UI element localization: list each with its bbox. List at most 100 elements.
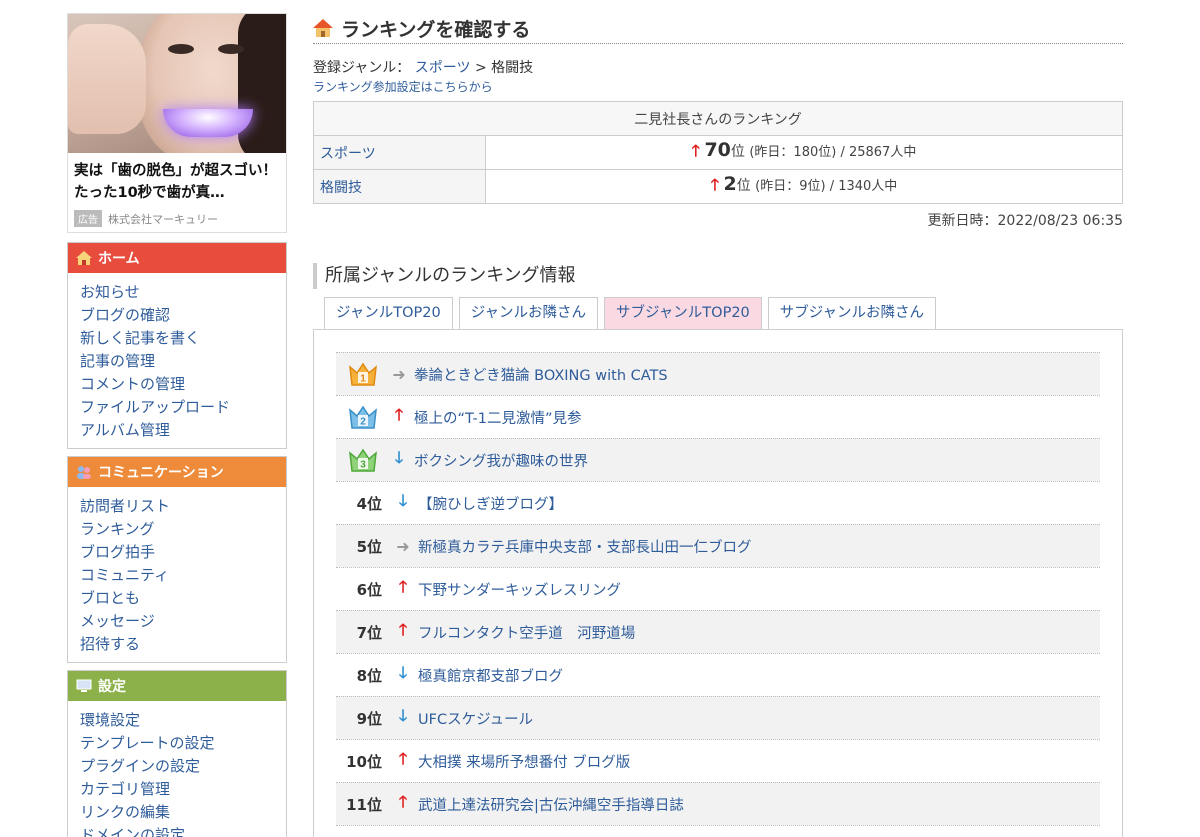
arrow-down-icon: 🡓 bbox=[398, 490, 408, 510]
list-item: 3 🡓 ボクシング我が趣味の世界 bbox=[336, 438, 1100, 481]
rank-label: 9位 bbox=[356, 709, 382, 728]
rank-label: 8位 bbox=[356, 666, 382, 685]
rank-label: 4位 bbox=[356, 494, 382, 513]
blog-link[interactable]: 拳論ときどき猫論 BOXING with CATS bbox=[414, 364, 668, 385]
ranking-settings-link[interactable]: ランキング参加設定はこちらから bbox=[313, 78, 1123, 95]
ranking-row-sports: スポーツ 🡑 70位 (昨日：180位) / 25867人中 bbox=[313, 135, 1123, 170]
blog-link[interactable]: 大相撲 来場所予想番付 ブログ版 bbox=[418, 751, 630, 772]
arrow-right-icon: ➜ bbox=[396, 536, 410, 556]
arrow-up-icon: 🡑 bbox=[691, 140, 700, 160]
genre-link[interactable]: スポーツ bbox=[415, 60, 471, 76]
genre-separator: > bbox=[470, 60, 492, 76]
tab-subgenre-neighbors[interactable]: サブジャンルお隣さん bbox=[767, 297, 937, 329]
sidebar-item-invite[interactable]: 招待する bbox=[80, 633, 286, 656]
list-item: 2 🡑 極上の“T-1二見激情”見参 bbox=[336, 395, 1100, 438]
crown-rank-number: 2 bbox=[360, 417, 366, 428]
sidebar-item-environment[interactable]: 環境設定 bbox=[80, 709, 286, 732]
ad-badge: 広告 bbox=[74, 210, 102, 227]
ranking-list: 1 ➜ 拳論ときどき猫論 BOXING with CATS 2 🡑 極上の“T-1二見激情… bbox=[336, 352, 1100, 837]
blog-link[interactable]: ボクシング我が趣味の世界 bbox=[414, 450, 588, 471]
blog-link[interactable]: 極真館京都支部ブログ bbox=[418, 665, 563, 686]
sidebar-item-comments[interactable]: コメントの管理 bbox=[80, 373, 286, 396]
subgenre-text: 格闘技 bbox=[491, 60, 534, 76]
ad-image[interactable] bbox=[68, 14, 286, 153]
arrow-up-icon: 🡑 bbox=[398, 576, 408, 596]
ad-hair-shape bbox=[238, 14, 286, 153]
blog-link[interactable]: 新極真カラテ兵庫中央支部・支部長山田一仁ブログ bbox=[418, 536, 752, 557]
tab-subgenre-top20[interactable]: サブジャンルTOP20 bbox=[604, 297, 762, 329]
sidebar-home: ホーム お知らせ ブログの確認 新しく記事を書く 記事の管理 コメントの管理 フ… bbox=[67, 242, 287, 449]
arrow-down-icon: 🡓 bbox=[394, 834, 412, 837]
sidebar-settings-header: 設定 bbox=[68, 671, 286, 701]
ad-eye-shape bbox=[168, 44, 194, 54]
sidebar-item-news[interactable]: お知らせ bbox=[80, 281, 286, 304]
sidebar-item-posts[interactable]: 記事の管理 bbox=[80, 350, 286, 373]
sidebar-communication: コミュニケーション 訪問者リスト ランキング ブログ拍手 コミュニティ ブロとも… bbox=[67, 456, 287, 663]
sidebar-item-blotomo[interactable]: ブロとも bbox=[80, 587, 286, 610]
tab-genre-top20[interactable]: ジャンルTOP20 bbox=[324, 297, 453, 329]
sidebar-item-visitors[interactable]: 訪問者リスト bbox=[80, 495, 286, 518]
rank-detail: (昨日：180位) / 25867人中 bbox=[749, 144, 917, 160]
blog-link[interactable]: 極上の“T-1二見激情”見参 bbox=[414, 407, 582, 428]
sidebar-item-category[interactable]: カテゴリ管理 bbox=[80, 778, 286, 801]
ad-footer: 広告 株式会社マーキュリー bbox=[74, 210, 218, 227]
updated-timestamp: 更新日時：2022/08/23 06:35 bbox=[927, 213, 1124, 229]
crown-gold-icon: 1 bbox=[348, 361, 378, 387]
blog-link[interactable]: 【腕ひしぎ逆ブログ】 bbox=[418, 493, 563, 514]
people-icon bbox=[77, 466, 91, 479]
rank-suffix: 位 bbox=[730, 143, 745, 160]
sidebar-item-template[interactable]: テンプレートの設定 bbox=[80, 732, 286, 755]
blog-link[interactable]: 武道上達法研究会|古伝沖縄空手指導日誌 bbox=[418, 794, 684, 815]
sidebar-item-album[interactable]: アルバム管理 bbox=[80, 419, 286, 442]
sidebar-item-blog-check[interactable]: ブログの確認 bbox=[80, 304, 286, 327]
crown-blue-icon: 2 bbox=[348, 404, 378, 430]
list-item: 11位 🡑 武道上達法研究会|古伝沖縄空手指導日誌 bbox=[336, 782, 1100, 825]
sidebar-item-ranking[interactable]: ランキング bbox=[80, 518, 286, 541]
crown-rank-number: 1 bbox=[360, 374, 366, 385]
genre-tabs: ジャンルTOP20 ジャンルお隣さん サブジャンルTOP20 サブジャンルお隣さ… bbox=[313, 297, 1123, 329]
crown-green-icon: 3 bbox=[348, 447, 378, 473]
house-icon bbox=[76, 251, 92, 265]
rank-suffix: 位 bbox=[736, 177, 751, 194]
arrow-right-icon: ➜ bbox=[392, 364, 406, 384]
blog-link[interactable]: UFCスケジュール bbox=[418, 708, 533, 729]
sidebar-settings-list: 環境設定 テンプレートの設定 プラグインの設定 カテゴリ管理 リンクの編集 ドメ… bbox=[68, 701, 286, 837]
genre-label: 登録ジャンル： bbox=[313, 60, 411, 76]
sidebar-item-plugin[interactable]: プラグインの設定 bbox=[80, 755, 286, 778]
sidebar-item-messages[interactable]: メッセージ bbox=[80, 610, 286, 633]
ranking-genre-name[interactable]: スポーツ bbox=[313, 135, 486, 170]
blog-link[interactable]: フルコンタクト空手道 河野道場 bbox=[418, 622, 635, 643]
ranking-row-martial-arts: 格闘技 🡑 2位 (昨日：9位) / 1340人中 bbox=[313, 169, 1123, 204]
sidebar-item-domain[interactable]: ドメインの設定 bbox=[80, 824, 286, 837]
arrow-down-icon: 🡓 bbox=[394, 447, 404, 467]
home-icon bbox=[313, 19, 333, 37]
list-item: 8位 🡓 極真館京都支部ブログ bbox=[336, 653, 1100, 696]
blog-link[interactable]: 下野サンダーキッズレスリング bbox=[418, 579, 621, 600]
ad-title[interactable]: 実は「歯の脱色」が超スゴい！たった10秒で歯が真… bbox=[74, 160, 280, 204]
sidebar-communication-title: コミュニケーション bbox=[98, 465, 224, 481]
list-item: 7位 🡑 フルコンタクト空手道 河野道場 bbox=[336, 610, 1100, 653]
arrow-down-icon: 🡓 bbox=[398, 705, 408, 725]
ad-hand-shape bbox=[68, 24, 146, 134]
arrow-up-icon: 🡑 bbox=[398, 791, 408, 811]
rank-label: 7位 bbox=[356, 623, 382, 642]
sidebar-item-file-upload[interactable]: ファイルアップロード bbox=[80, 396, 286, 419]
ranking-table: 二見社長さんのランキング スポーツ 🡑 70位 (昨日：180位) / 2586… bbox=[313, 101, 1123, 204]
rank-number: 2 bbox=[723, 172, 737, 195]
monitor-icon bbox=[76, 679, 92, 692]
sponsored-ad[interactable]: 実は「歯の脱色」が超スゴい！たった10秒で歯が真… 広告 株式会社マーキュリー bbox=[67, 13, 287, 233]
list-item: 4位 🡓 【腕ひしぎ逆ブログ】 bbox=[336, 481, 1100, 524]
sidebar-item-community[interactable]: コミュニティ bbox=[80, 564, 286, 587]
list-item: 6位 🡑 下野サンダーキッズレスリング bbox=[336, 567, 1100, 610]
main-content: ランキングを確認する 登録ジャンル： スポーツ > 格闘技 ランキング参加設定は… bbox=[313, 13, 1123, 837]
sidebar-settings-title: 設定 bbox=[98, 679, 126, 695]
list-item: 12位🡓日本空手道誠道館blog「撮忍の魂 bbox=[336, 825, 1100, 837]
sidebar-item-links[interactable]: リンクの編集 bbox=[80, 801, 286, 824]
tab-genre-neighbors[interactable]: ジャンルお隣さん bbox=[458, 297, 599, 329]
sidebar-item-new-post[interactable]: 新しく記事を書く bbox=[80, 327, 286, 350]
sidebar-item-applause[interactable]: ブログ拍手 bbox=[80, 541, 286, 564]
sidebar-home-list: お知らせ ブログの確認 新しく記事を書く 記事の管理 コメントの管理 ファイルア… bbox=[68, 273, 286, 448]
ranking-genre-name[interactable]: 格闘技 bbox=[313, 169, 486, 204]
sidebar-settings: 設定 環境設定 テンプレートの設定 プラグインの設定 カテゴリ管理 リンクの編集… bbox=[67, 670, 287, 837]
list-item: 1 ➜ 拳論ときどき猫論 BOXING with CATS bbox=[336, 352, 1100, 395]
